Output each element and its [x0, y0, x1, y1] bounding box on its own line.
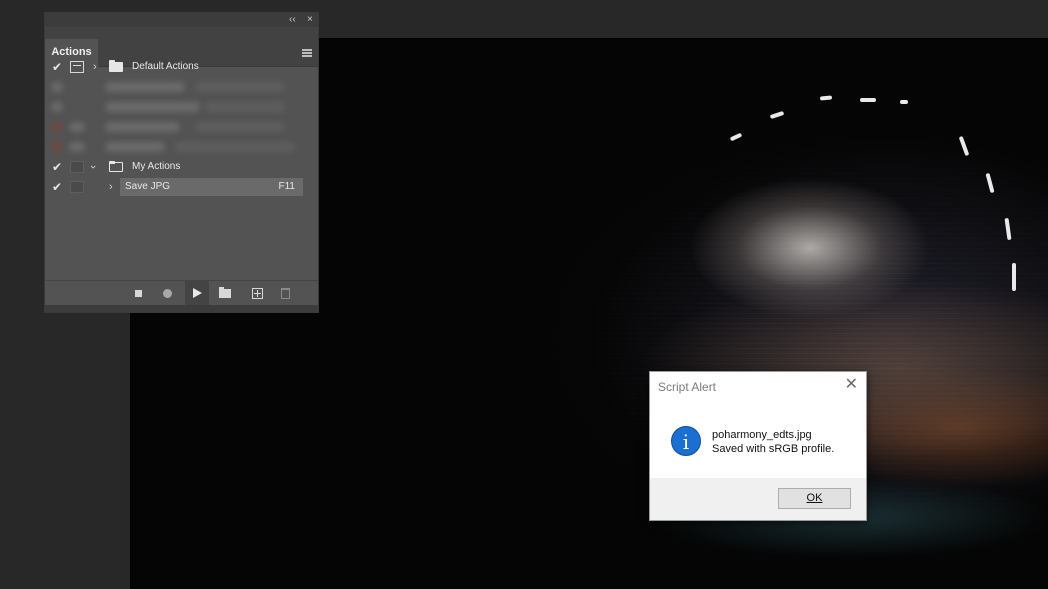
alert-message-filename: poharmony_edts.jpg: [712, 429, 812, 441]
play-icon: [192, 288, 202, 298]
stop-button[interactable]: [126, 281, 150, 305]
blurred-row: [45, 117, 303, 137]
new-set-button[interactable]: [213, 281, 237, 305]
chevron-right-icon[interactable]: ›: [93, 57, 97, 77]
ok-button[interactable]: OK: [778, 488, 851, 509]
info-icon: i: [671, 426, 701, 456]
script-alert-dialog: Script Alert ✕ i poharmony_edts.jpg Save…: [649, 371, 867, 521]
action-set-label: My Actions: [132, 161, 181, 172]
action-set-default[interactable]: ✔ › Default Actions: [45, 57, 303, 77]
folder-open-icon: [109, 161, 123, 172]
action-set-label: Default Actions: [132, 61, 199, 72]
action-set-my-actions[interactable]: ✔ › My Actions: [45, 157, 303, 177]
close-icon[interactable]: ×: [307, 13, 313, 27]
blurred-row: [45, 137, 303, 157]
arc-fragment: [860, 98, 876, 102]
stop-icon: [134, 289, 142, 297]
actions-list: ✔ › Default Actions ✔ › My Actions ✔ › S…: [45, 57, 303, 197]
dialog-toggle-icon[interactable]: [70, 61, 84, 73]
arc-fragment: [900, 100, 908, 104]
action-save-jpg[interactable]: ✔ › Save JPG F11: [45, 177, 303, 197]
blurred-row: [45, 97, 303, 117]
delete-button[interactable]: [273, 281, 297, 305]
panel-footer: [45, 280, 318, 305]
folder-icon: [219, 286, 231, 298]
record-icon: [162, 288, 172, 298]
panel-title-bar[interactable]: ‹‹ ×: [45, 13, 318, 27]
ok-button-label: OK: [806, 492, 823, 504]
collapse-icon[interactable]: ‹‹: [289, 13, 296, 27]
chevron-right-icon[interactable]: ›: [109, 177, 113, 197]
chevron-down-icon[interactable]: ›: [83, 165, 103, 169]
blurred-row: [45, 77, 303, 97]
action-label: Save JPG: [125, 181, 171, 192]
close-icon[interactable]: ✕: [845, 376, 858, 394]
new-action-icon: [251, 287, 263, 299]
trash-icon: [280, 287, 290, 299]
arc-fragment: [1012, 263, 1016, 291]
panel-resize-strip[interactable]: [45, 305, 318, 312]
record-button[interactable]: [155, 281, 179, 305]
toggle-check-icon[interactable]: ✔: [50, 157, 64, 177]
actions-panel: ‹‹ × Actions ✔ › Default Actions ✔ › My …: [44, 12, 319, 313]
toggle-check-icon[interactable]: ✔: [50, 57, 64, 77]
action-shortcut: F11: [278, 181, 296, 192]
dialog-toggle-icon[interactable]: [70, 181, 84, 193]
play-button[interactable]: [185, 281, 209, 305]
dialog-title: Script Alert: [658, 380, 717, 394]
panel-menu-icon[interactable]: [302, 49, 312, 57]
new-action-button[interactable]: [245, 281, 269, 305]
dialog-footer: OK: [650, 478, 866, 520]
folder-icon: [109, 60, 123, 72]
alert-message-detail: Saved with sRGB profile.: [712, 443, 835, 455]
toggle-check-icon[interactable]: ✔: [50, 177, 64, 197]
